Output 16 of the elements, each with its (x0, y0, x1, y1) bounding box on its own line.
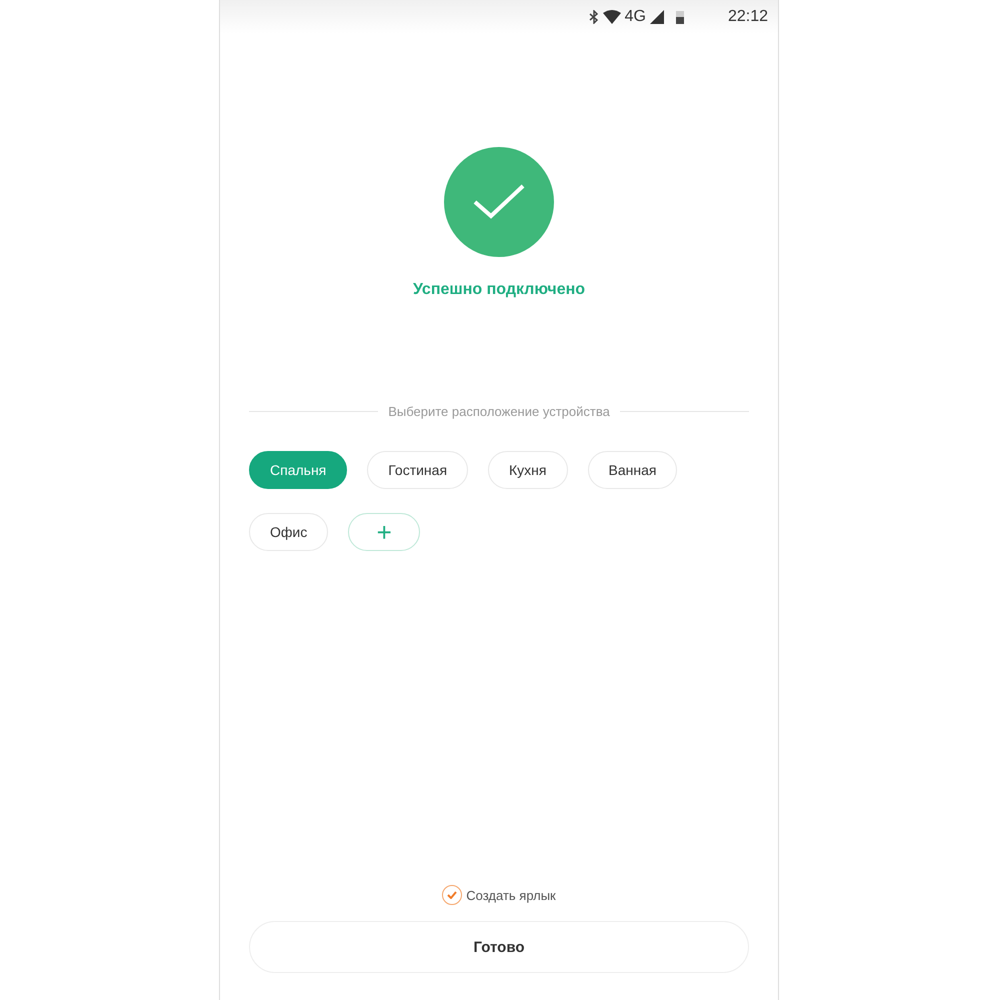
battery-icon (676, 10, 684, 24)
shortcut-checkbox[interactable] (442, 885, 462, 905)
signal-icon (650, 10, 664, 24)
bluetooth-icon (588, 10, 599, 24)
checkmark-icon (447, 891, 458, 899)
section-heading: Выберите расположение устройства (388, 404, 610, 419)
room-chip[interactable]: Ванная (588, 451, 678, 489)
network-type: 4G (624, 8, 646, 26)
room-chip[interactable]: Офис (249, 513, 328, 551)
room-chip[interactable]: Гостиная (367, 451, 468, 489)
room-chip[interactable]: Кухня (488, 451, 568, 489)
success-message: Успешно подключено (412, 281, 586, 299)
wifi-icon (602, 10, 621, 24)
done-button[interactable]: Готово (249, 921, 749, 973)
shortcut-label: Создать ярлык (466, 888, 556, 902)
clock: 22:12 (728, 8, 768, 26)
